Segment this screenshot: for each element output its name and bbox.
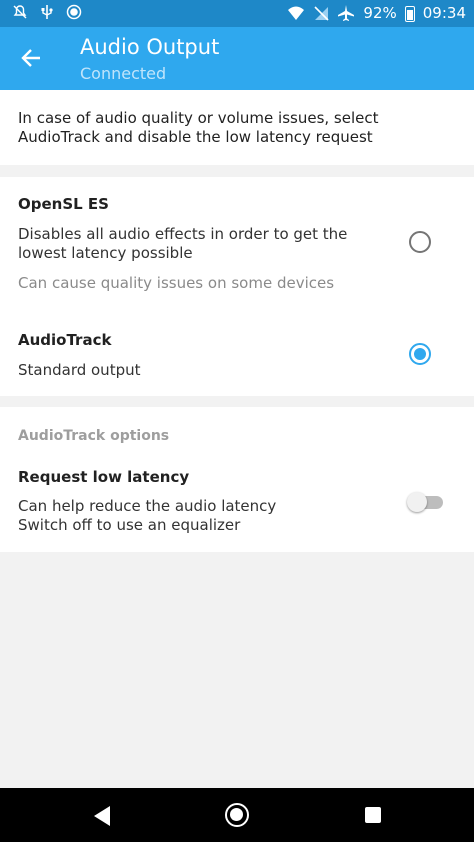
status-time: 09:34 bbox=[422, 4, 466, 22]
page-subtitle: Connected bbox=[80, 64, 167, 83]
nav-recents-icon[interactable] bbox=[365, 807, 381, 823]
back-arrow-icon[interactable] bbox=[17, 44, 45, 72]
output-options-card: OpenSL ES Disables all audio effects in … bbox=[0, 177, 474, 396]
nav-back-icon[interactable] bbox=[92, 805, 112, 827]
notifications-off-icon bbox=[13, 5, 27, 19]
battery-charging-icon bbox=[404, 6, 415, 22]
option-description: Standard output bbox=[18, 361, 141, 379]
status-left-icons bbox=[12, 4, 82, 20]
record-icon bbox=[66, 4, 82, 20]
option-note: Can cause quality issues on some devices bbox=[18, 274, 335, 292]
switch-thumb bbox=[407, 492, 427, 512]
navigation-bar bbox=[0, 788, 474, 842]
section-header: AudioTrack options bbox=[18, 428, 170, 444]
radio-opensl-es[interactable] bbox=[409, 231, 431, 253]
status-right-icons: 92% 09:34 bbox=[287, 3, 466, 23]
airplane-icon bbox=[338, 5, 355, 21]
intro-text: In case of audio quality or volume issue… bbox=[18, 109, 379, 146]
app-bar: Audio Output Connected bbox=[0, 27, 474, 90]
intro-card: In case of audio quality or volume issue… bbox=[0, 90, 474, 165]
wifi-icon bbox=[288, 6, 305, 20]
option-title: OpenSL ES bbox=[18, 195, 109, 213]
option-description: Disables all audio effects in order to g… bbox=[18, 225, 348, 262]
audiotrack-options-card: AudioTrack options Request low latency C… bbox=[0, 407, 474, 552]
radio-audiotrack[interactable] bbox=[409, 343, 431, 365]
page-title: Audio Output bbox=[80, 35, 220, 59]
option-title: AudioTrack bbox=[18, 331, 112, 349]
status-bar: 92% 09:34 bbox=[0, 0, 474, 27]
usb-icon bbox=[41, 5, 53, 19]
battery-percent: 92% bbox=[363, 4, 397, 22]
low-latency-switch[interactable] bbox=[407, 492, 445, 512]
setting-description-line2: Switch off to use an equalizer bbox=[18, 516, 241, 534]
setting-title: Request low latency bbox=[18, 468, 190, 486]
setting-description-line1: Can help reduce the audio latency bbox=[18, 497, 277, 515]
no-sim-icon bbox=[314, 6, 329, 21]
nav-home-icon[interactable] bbox=[225, 803, 249, 827]
